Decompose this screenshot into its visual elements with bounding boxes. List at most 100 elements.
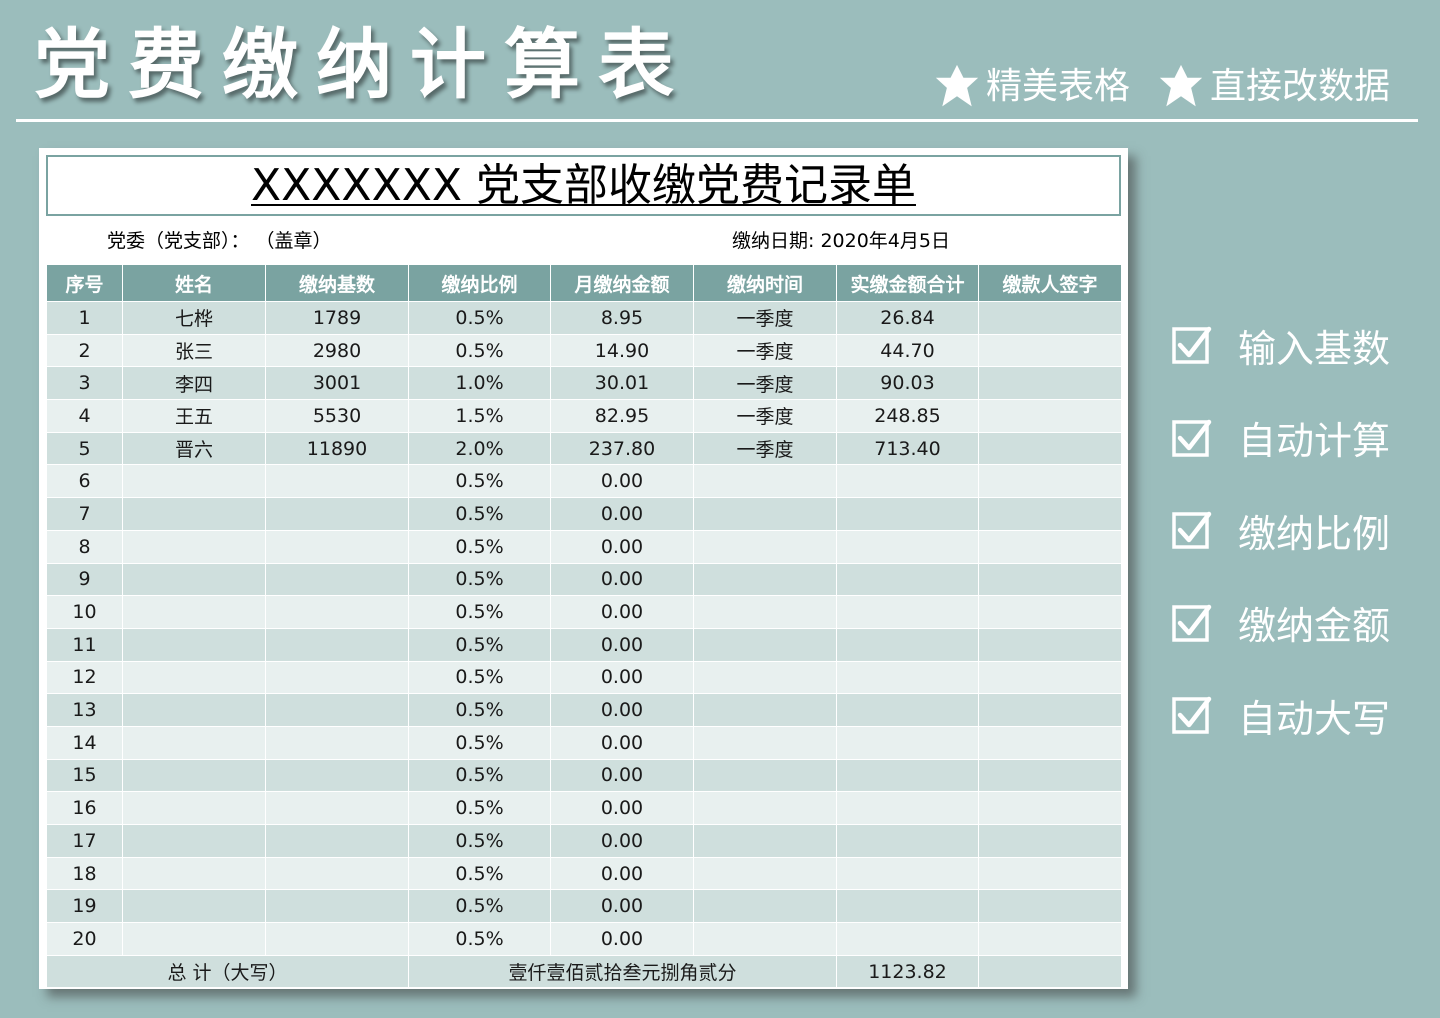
table-cell[interactable] xyxy=(693,464,837,499)
table-cell[interactable]: 0.5% xyxy=(408,824,551,858)
table-cell[interactable]: 0.00 xyxy=(550,725,694,760)
table-cell[interactable] xyxy=(836,824,979,858)
table-cell[interactable]: 0.00 xyxy=(550,922,694,956)
table-cell[interactable] xyxy=(122,693,266,727)
table-cell[interactable] xyxy=(978,791,1122,825)
table-cell[interactable]: 0.00 xyxy=(550,758,694,793)
table-cell[interactable]: 19 xyxy=(46,889,123,924)
table-cell[interactable]: 一季度 xyxy=(693,301,837,335)
table-cell[interactable] xyxy=(836,791,979,825)
table-cell[interactable] xyxy=(978,562,1122,597)
table-cell[interactable]: 0.00 xyxy=(550,497,694,531)
table-cell[interactable] xyxy=(265,464,409,499)
table-cell[interactable] xyxy=(693,627,837,662)
table-cell[interactable] xyxy=(693,529,837,564)
table-cell[interactable]: 1.5% xyxy=(408,399,551,433)
table-cell[interactable] xyxy=(265,693,409,727)
table-cell[interactable]: 9 xyxy=(46,562,123,597)
table-cell[interactable]: 0.00 xyxy=(550,889,694,924)
table-cell[interactable] xyxy=(836,758,979,793)
table-cell[interactable] xyxy=(836,889,979,924)
table-cell[interactable] xyxy=(122,922,266,956)
table-cell[interactable] xyxy=(122,464,266,499)
table-cell[interactable]: 0.5% xyxy=(408,562,551,597)
table-cell[interactable]: 0.5% xyxy=(408,464,551,499)
table-cell[interactable]: 11 xyxy=(46,627,123,662)
table-cell[interactable]: 1 xyxy=(46,301,123,335)
table-cell[interactable] xyxy=(693,660,837,695)
table-cell[interactable] xyxy=(693,889,837,924)
table-cell[interactable] xyxy=(978,824,1122,858)
table-cell[interactable] xyxy=(693,595,837,629)
table-cell[interactable]: 0.00 xyxy=(550,562,694,597)
table-cell[interactable]: 30.01 xyxy=(550,366,694,401)
table-cell[interactable] xyxy=(265,889,409,924)
table-cell[interactable] xyxy=(265,562,409,597)
table-cell[interactable] xyxy=(836,693,979,727)
table-cell[interactable]: 8.95 xyxy=(550,301,694,335)
table-cell[interactable] xyxy=(693,758,837,793)
table-cell[interactable] xyxy=(836,627,979,662)
table-cell[interactable]: 20 xyxy=(46,922,123,956)
table-cell[interactable]: 0.5% xyxy=(408,595,551,629)
table-cell[interactable] xyxy=(693,856,837,891)
payment-date[interactable]: 缴纳日期: 2020年4月5日 xyxy=(732,228,950,254)
table-cell[interactable] xyxy=(978,595,1122,629)
table-cell[interactable]: 张三 xyxy=(122,333,266,368)
table-cell[interactable]: 14 xyxy=(46,725,123,760)
table-cell[interactable] xyxy=(122,725,266,760)
table-cell[interactable] xyxy=(978,693,1122,727)
table-cell[interactable] xyxy=(122,627,266,662)
table-cell[interactable] xyxy=(978,889,1122,924)
table-cell[interactable] xyxy=(836,529,979,564)
table-cell[interactable] xyxy=(122,497,266,531)
table-cell[interactable]: 1789 xyxy=(265,301,409,335)
table-cell[interactable]: 一季度 xyxy=(693,431,837,466)
table-cell[interactable]: 16 xyxy=(46,791,123,825)
table-cell[interactable]: 5530 xyxy=(265,399,409,433)
table-cell[interactable]: 李四 xyxy=(122,366,266,401)
table-cell[interactable]: 7 xyxy=(46,497,123,531)
table-cell[interactable]: 0.00 xyxy=(550,791,694,825)
table-cell[interactable]: 0.5% xyxy=(408,856,551,891)
table-cell[interactable] xyxy=(978,758,1122,793)
table-cell[interactable]: 10 xyxy=(46,595,123,629)
table-cell[interactable]: 0.00 xyxy=(550,693,694,727)
table-cell[interactable] xyxy=(265,791,409,825)
table-cell[interactable]: 0.5% xyxy=(408,627,551,662)
table-cell[interactable] xyxy=(122,562,266,597)
table-cell[interactable]: 一季度 xyxy=(693,333,837,368)
table-cell[interactable]: 1.0% xyxy=(408,366,551,401)
table-cell[interactable]: 26.84 xyxy=(836,301,979,335)
form-title[interactable]: XXXXXXX 党支部收缴党费记录单 xyxy=(251,158,916,214)
table-cell[interactable] xyxy=(836,497,979,531)
table-cell[interactable]: 0.5% xyxy=(408,529,551,564)
table-cell[interactable] xyxy=(836,562,979,597)
table-cell[interactable] xyxy=(978,627,1122,662)
table-cell[interactable]: 11890 xyxy=(265,431,409,466)
table-cell[interactable]: 0.5% xyxy=(408,758,551,793)
table-cell[interactable]: 0.00 xyxy=(550,824,694,858)
table-cell[interactable]: 248.85 xyxy=(836,399,979,433)
table-cell[interactable] xyxy=(693,562,837,597)
table-cell[interactable] xyxy=(122,660,266,695)
table-cell[interactable]: 七桦 xyxy=(122,301,266,335)
table-cell[interactable] xyxy=(978,399,1122,433)
table-cell[interactable] xyxy=(978,856,1122,891)
table-cell[interactable] xyxy=(836,660,979,695)
table-cell[interactable] xyxy=(122,758,266,793)
table-cell[interactable] xyxy=(265,725,409,760)
table-cell[interactable]: 8 xyxy=(46,529,123,564)
table-cell[interactable]: 15 xyxy=(46,758,123,793)
table-cell[interactable] xyxy=(265,529,409,564)
table-cell[interactable] xyxy=(693,725,837,760)
table-cell[interactable] xyxy=(122,824,266,858)
table-cell[interactable] xyxy=(265,824,409,858)
table-cell[interactable]: 2.0% xyxy=(408,431,551,466)
table-cell[interactable] xyxy=(265,922,409,956)
table-cell[interactable]: 一季度 xyxy=(693,399,837,433)
table-cell[interactable]: 0.5% xyxy=(408,333,551,368)
table-cell[interactable]: 0.00 xyxy=(550,595,694,629)
table-cell[interactable]: 0.5% xyxy=(408,922,551,956)
table-cell[interactable]: 一季度 xyxy=(693,366,837,401)
